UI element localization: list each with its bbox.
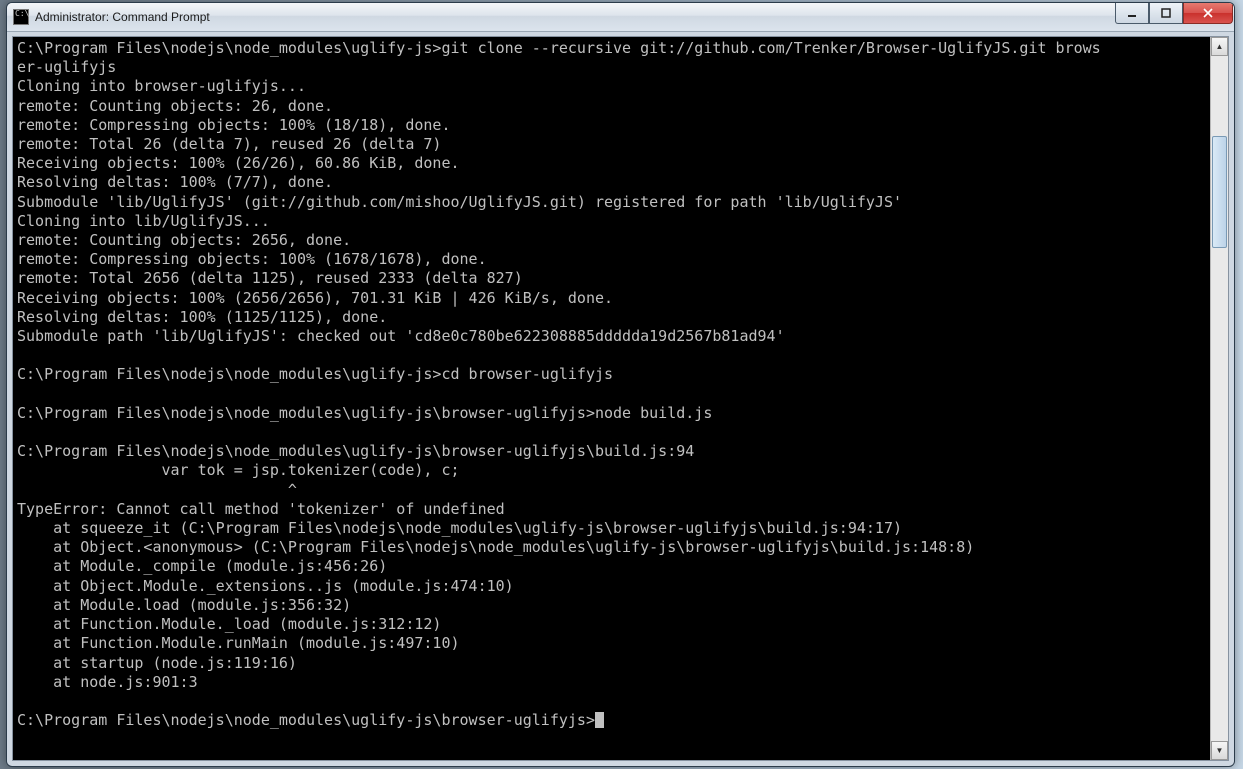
minimize-button[interactable]	[1115, 3, 1149, 24]
close-icon	[1203, 8, 1213, 18]
terminal-output[interactable]: C:\Program Files\nodejs\node_modules\ugl…	[13, 37, 1210, 760]
scroll-down-button[interactable]: ▼	[1211, 741, 1228, 760]
titlebar[interactable]: C:\ Administrator: Command Prompt	[7, 3, 1234, 32]
close-button[interactable]	[1183, 3, 1233, 24]
maximize-icon	[1161, 8, 1171, 18]
command-prompt-window: C:\ Administrator: Command Prompt C:\Pro…	[6, 2, 1235, 767]
client-area: C:\Program Files\nodejs\node_modules\ugl…	[12, 36, 1229, 761]
cursor	[595, 712, 604, 728]
minimize-icon	[1127, 8, 1137, 18]
vertical-scrollbar[interactable]: ▲ ▼	[1210, 37, 1228, 760]
scroll-up-button[interactable]: ▲	[1211, 37, 1228, 56]
scroll-track[interactable]	[1211, 56, 1228, 741]
scroll-thumb[interactable]	[1212, 136, 1227, 248]
window-title: Administrator: Command Prompt	[35, 10, 210, 24]
cmd-icon: C:\	[13, 9, 29, 25]
window-controls	[1115, 3, 1234, 23]
maximize-button[interactable]	[1149, 3, 1183, 24]
